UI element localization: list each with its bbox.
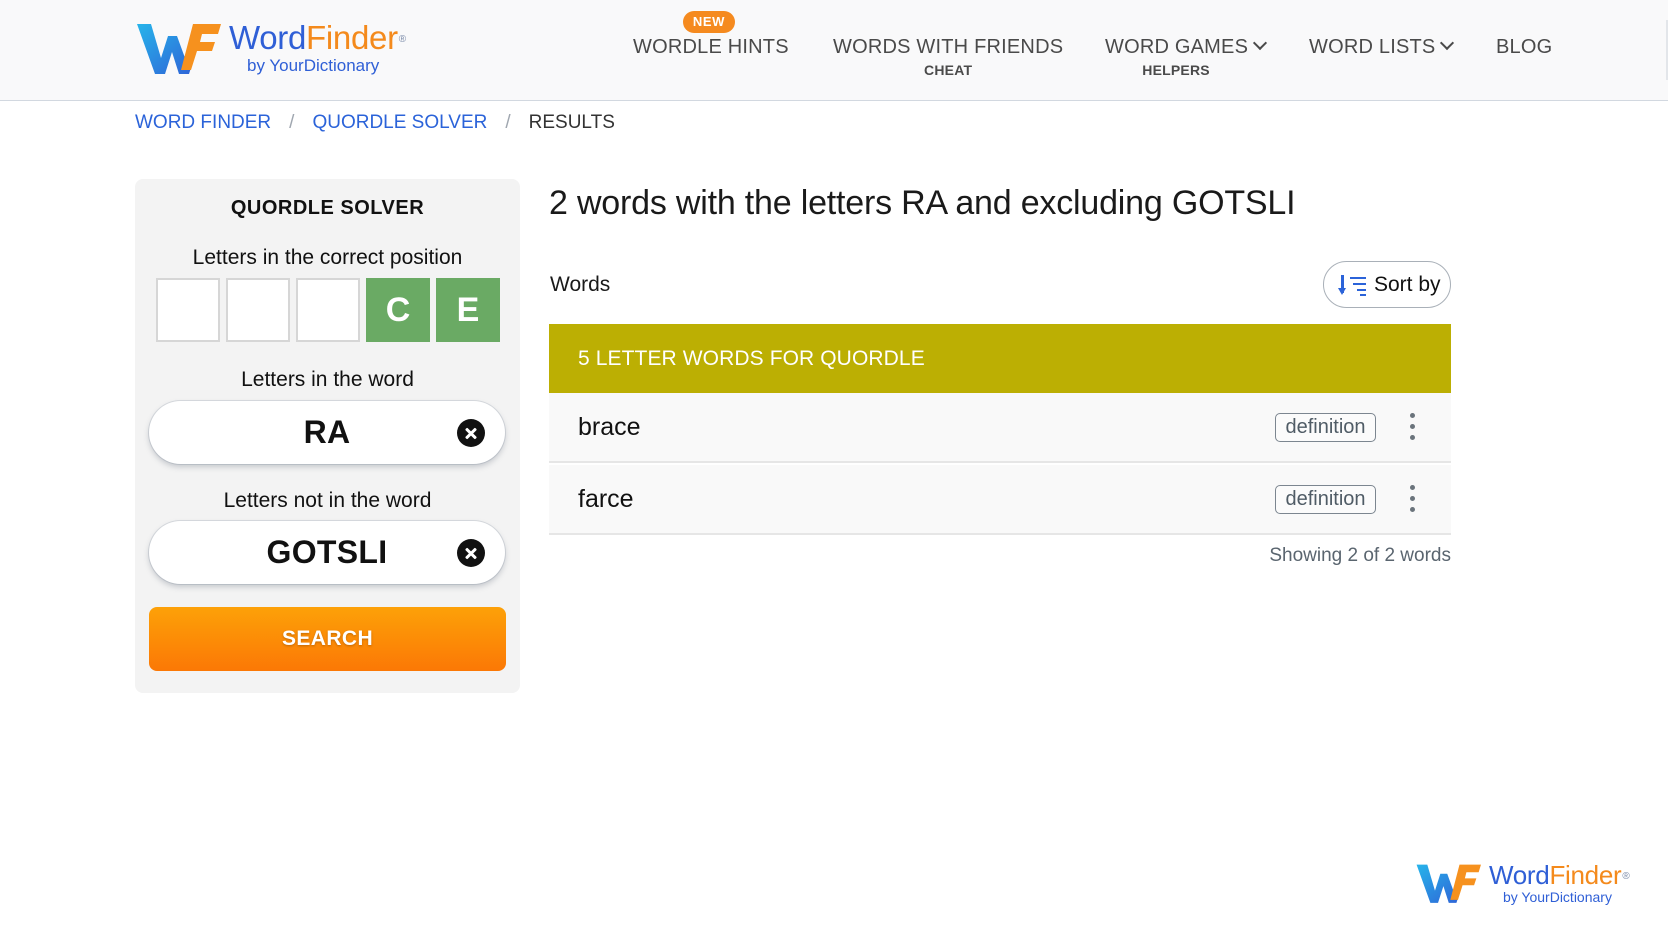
letters-not-in-word-value: GOTSLI (266, 534, 388, 570)
nav-label: WORD LISTS (1309, 36, 1436, 58)
in-word-label: Letters in the word (241, 368, 414, 391)
position-label: Letters in the correct position (192, 246, 463, 269)
words-label: Words (550, 273, 611, 296)
nav-wordle-hints[interactable]: WORDLE HINTS (633, 36, 789, 59)
letters-in-word-value: RA (303, 414, 351, 450)
wf-logo-icon (135, 18, 221, 78)
results-heading: 2 words with the letters RA and excludin… (549, 184, 1296, 222)
breadcrumb-results: RESULTS (528, 112, 615, 133)
quordle-solver-panel: QUORDLE SOLVER Letters in the correct po… (135, 179, 520, 693)
position-tile-4[interactable]: C (366, 278, 430, 342)
word-row: farce definition (549, 465, 1451, 535)
results-count: Showing 2 of 2 words (1269, 545, 1451, 566)
position-tiles: C E (156, 278, 500, 342)
sort-icon (1338, 273, 1368, 297)
position-tile-1[interactable] (156, 278, 220, 342)
more-options-icon[interactable] (1407, 413, 1417, 441)
nav-sublabel: CHEAT (924, 62, 973, 78)
breadcrumb-separator: / (289, 112, 295, 133)
nav-words-with-friends[interactable]: WORDS WITH FRIENDS CHEAT (833, 36, 1063, 78)
word-row: brace definition (549, 393, 1451, 463)
wordfinder-logo[interactable]: WordFinder® by YourDictionary (135, 18, 406, 78)
section-header: 5 LETTER WORDS FOR QUORDLE (549, 324, 1451, 393)
sort-by-label: Sort by (1374, 272, 1441, 296)
nav-label: WORDLE HINTS (633, 36, 789, 58)
chevron-down-icon (1440, 35, 1455, 51)
logo-tagline: by YourDictionary (1503, 888, 1612, 905)
nav-label: BLOG (1496, 36, 1553, 58)
position-tile-3[interactable] (296, 278, 360, 342)
nav-label: WORDS WITH FRIENDS (833, 36, 1064, 58)
breadcrumb-word-finder[interactable]: WORD FINDER (135, 112, 271, 134)
clear-icon[interactable] (457, 539, 485, 567)
site-header: WordFinder® by YourDictionary NEW WORDLE… (0, 0, 1668, 101)
more-options-icon[interactable] (1407, 485, 1417, 513)
search-button[interactable]: SEARCH (149, 607, 506, 671)
definition-button[interactable]: definition (1275, 412, 1376, 442)
word-link[interactable]: farce (578, 485, 634, 514)
logo-title: WordFinder® (1489, 859, 1630, 890)
clear-icon[interactable] (457, 419, 485, 447)
nav-label: WORD GAMES (1105, 36, 1249, 58)
not-in-word-label: Letters not in the word (223, 489, 432, 512)
letters-not-in-word-input[interactable]: GOTSLI (149, 521, 505, 584)
word-link[interactable]: brace (578, 413, 641, 442)
breadcrumb: WORD FINDER / QUORDLE SOLVER / RESULTS (135, 112, 615, 134)
position-tile-2[interactable] (226, 278, 290, 342)
new-badge: NEW (683, 11, 735, 33)
sort-by-button[interactable]: Sort by (1323, 261, 1451, 308)
panel-title: QUORDLE SOLVER (230, 197, 425, 219)
nav-sublabel: HELPERS (1142, 62, 1210, 78)
breadcrumb-quordle-solver[interactable]: QUORDLE SOLVER (312, 112, 487, 134)
logo-title: WordFinder® (229, 19, 406, 56)
nav-blog[interactable]: BLOG (1496, 36, 1552, 59)
breadcrumb-separator: / (505, 112, 511, 133)
wf-logo-icon (1415, 860, 1481, 906)
nav-word-lists[interactable]: WORD LISTS (1309, 35, 1455, 59)
nav-word-games[interactable]: WORD GAMES HELPERS (1105, 35, 1268, 78)
letters-in-word-input[interactable]: RA (149, 401, 505, 464)
chevron-down-icon (1253, 35, 1268, 51)
definition-button[interactable]: definition (1275, 484, 1376, 514)
wordfinder-logo-watermark: WordFinder® by YourDictionary (1415, 859, 1630, 906)
position-tile-5[interactable]: E (436, 278, 500, 342)
logo-tagline: by YourDictionary (247, 56, 380, 75)
